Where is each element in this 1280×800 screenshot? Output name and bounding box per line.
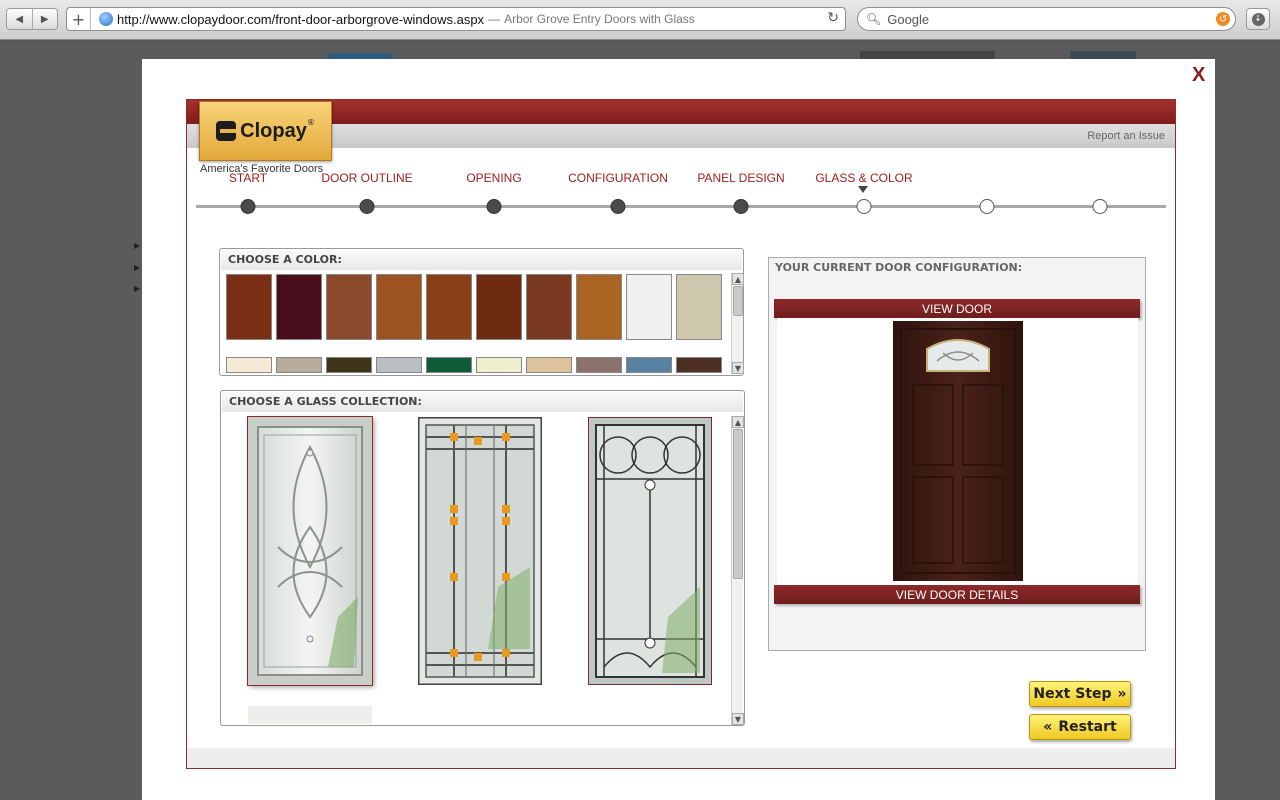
search-icon: 🔍︎ <box>866 12 882 26</box>
color-swatch[interactable] <box>626 357 672 373</box>
url-text[interactable]: http://www.clopaydoor.com/front-door-arb… <box>117 12 484 27</box>
color-swatch[interactable] <box>326 357 372 373</box>
forward-arrow-icon[interactable]: ▶ <box>33 9 58 29</box>
browser-toolbar: ◀ ▶ + http://www.clopaydoor.com/front-do… <box>0 0 1280 40</box>
step-dot[interactable] <box>610 199 626 214</box>
color-swatch[interactable] <box>426 274 472 340</box>
back-arrow-icon[interactable]: ◀ <box>7 9 33 29</box>
report-issue-link[interactable]: Report an Issue <box>1087 130 1165 142</box>
color-swatch[interactable] <box>376 357 422 373</box>
glass-option-celtic[interactable] <box>247 416 373 686</box>
next-step-button[interactable]: Next Step » <box>1029 681 1131 707</box>
bg-arrow-icon: ▶ <box>134 263 141 272</box>
scroll-down-icon[interactable]: ▼ <box>732 713 744 725</box>
nav-buttons: ◀ ▶ <box>6 8 58 30</box>
next-step-label: Next Step <box>1033 686 1112 702</box>
page-title: Arbor Grove Entry Doors with Glass <box>504 12 695 26</box>
registered-mark-icon: ® <box>306 118 315 127</box>
color-swatch[interactable] <box>676 274 722 340</box>
view-door-details-button[interactable]: VIEW DOOR DETAILS <box>774 585 1140 604</box>
close-button[interactable]: X <box>1192 64 1205 87</box>
color-swatch[interactable] <box>276 274 322 340</box>
clopay-logo-mark-icon <box>216 121 237 141</box>
downloads-button[interactable]: ↓ <box>1246 8 1270 30</box>
restart-button[interactable]: « Restart <box>1029 714 1131 740</box>
bg-arrow-icon: ▶ <box>134 284 141 293</box>
bg-element <box>860 51 995 59</box>
glass-scroll-thumb[interactable] <box>733 429 743 579</box>
app-footer-bar <box>187 748 1175 768</box>
color-swatch[interactable] <box>526 357 572 373</box>
step-dot[interactable] <box>1092 199 1108 214</box>
glass-panel-title: CHOOSE A GLASS COLLECTION: <box>229 395 422 408</box>
color-swatch[interactable] <box>276 357 322 373</box>
color-panel-title: CHOOSE A COLOR: <box>228 253 342 266</box>
glass-option-prairie[interactable] <box>418 417 542 685</box>
view-door-button[interactable]: VIEW DOOR <box>774 299 1140 318</box>
color-swatch[interactable] <box>526 274 572 340</box>
restart-label: Restart <box>1058 719 1117 735</box>
download-icon: ↓ <box>1251 12 1265 26</box>
color-swatch[interactable] <box>226 274 272 340</box>
step-label[interactable]: DOOR OUTLINE <box>321 171 412 185</box>
search-placeholder: Google <box>887 11 930 27</box>
step-label[interactable]: OPENING <box>466 171 521 185</box>
color-scrollbar[interactable]: ▲ ▼ <box>731 273 744 374</box>
step-dot[interactable] <box>856 199 872 214</box>
color-swatch[interactable] <box>326 274 372 340</box>
color-swatch[interactable] <box>576 357 622 373</box>
clopay-logo[interactable]: Clopay ® <box>199 101 332 161</box>
color-swatch[interactable] <box>576 274 622 340</box>
step-dot[interactable] <box>359 199 375 214</box>
scroll-down-icon[interactable]: ▼ <box>732 362 744 374</box>
step-dot[interactable] <box>733 199 749 214</box>
double-chevron-right-icon: » <box>1117 686 1127 702</box>
step-label[interactable]: CONFIGURATION <box>568 171 668 185</box>
logo-text: Clopay <box>240 119 307 142</box>
current-step-pointer-icon <box>858 186 868 193</box>
snapback-icon[interactable]: ↺ <box>1216 12 1230 26</box>
configuration-title: YOUR CURRENT DOOR CONFIGURATION: <box>775 261 1023 274</box>
color-swatch[interactable] <box>676 357 722 373</box>
step-dot[interactable] <box>979 199 995 214</box>
logo-tagline: America's Favorite Doors <box>200 163 324 175</box>
add-bookmark-icon[interactable]: + <box>67 8 91 30</box>
color-swatch[interactable] <box>476 274 522 340</box>
bg-arrow-icon: ▶ <box>134 241 141 250</box>
reload-icon[interactable]: ↻ <box>827 10 839 26</box>
color-swatch[interactable] <box>426 357 472 373</box>
address-bar[interactable]: + http://www.clopaydoor.com/front-door-a… <box>66 7 846 31</box>
color-scroll-thumb[interactable] <box>733 286 743 316</box>
double-chevron-left-icon: « <box>1043 719 1053 735</box>
color-swatch[interactable] <box>476 357 522 373</box>
url-title-separator: — <box>488 12 501 26</box>
color-swatch[interactable] <box>376 274 422 340</box>
color-swatch[interactable] <box>226 357 272 373</box>
scroll-up-icon[interactable]: ▲ <box>732 416 744 428</box>
site-globe-icon <box>99 12 113 26</box>
app-subheader-bar <box>187 124 1175 148</box>
door-preview-image[interactable] <box>893 321 1023 581</box>
progress-line <box>196 205 1166 208</box>
app-header-bar <box>187 100 1175 124</box>
step-dot[interactable] <box>486 199 502 214</box>
step-dot[interactable] <box>240 199 256 214</box>
search-bar[interactable]: 🔍︎ Google ↺ <box>857 7 1236 31</box>
color-swatch[interactable] <box>626 274 672 340</box>
glass-option-arch[interactable] <box>588 417 712 685</box>
bg-element <box>1070 51 1136 59</box>
step-label[interactable]: GLASS & COLOR <box>815 171 912 185</box>
scroll-up-icon[interactable]: ▲ <box>732 273 744 285</box>
glass-option-partial[interactable] <box>248 706 372 724</box>
glass-scrollbar[interactable]: ▲ ▼ <box>731 416 744 725</box>
step-label[interactable]: PANEL DESIGN <box>697 171 784 185</box>
